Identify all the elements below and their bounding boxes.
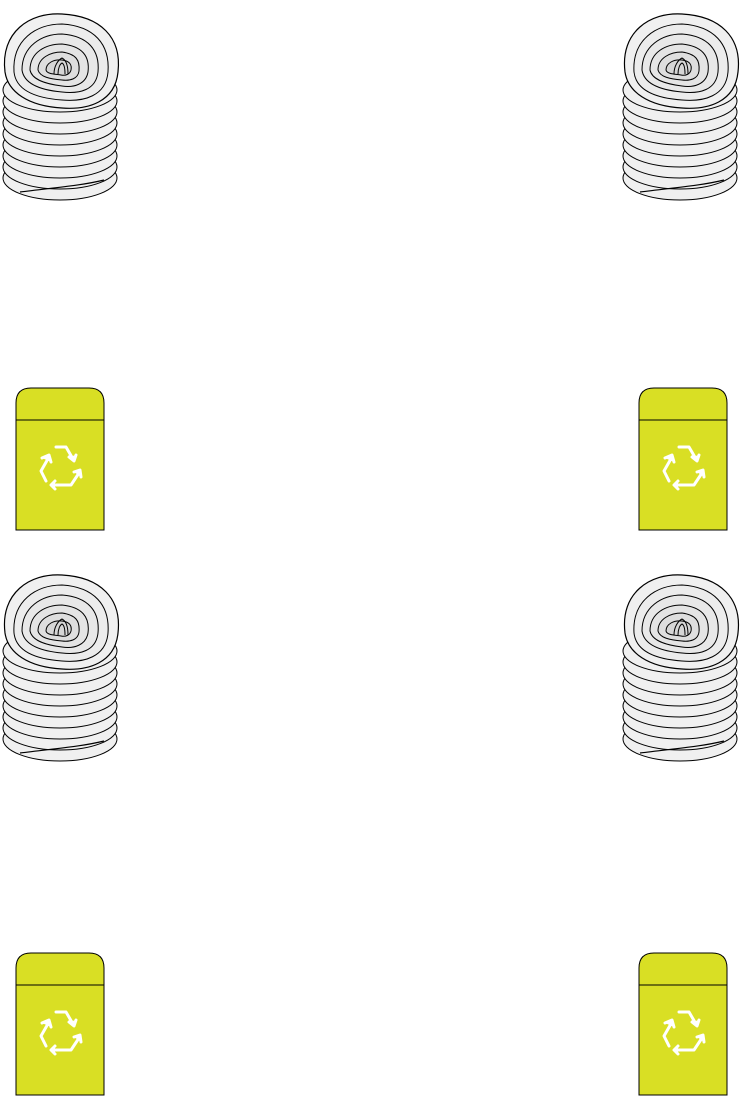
recycle-bin-icon	[638, 952, 728, 1096]
recycle-bin-icon	[15, 952, 105, 1096]
spiral-coil-stack-icon	[0, 2, 125, 202]
recycle-bin-icon	[15, 387, 105, 531]
recycle-bin-icon	[638, 387, 728, 531]
spiral-coil-stack-icon	[620, 2, 744, 202]
spiral-coil-stack-icon	[620, 563, 744, 763]
spiral-coil-stack-icon	[0, 563, 125, 763]
